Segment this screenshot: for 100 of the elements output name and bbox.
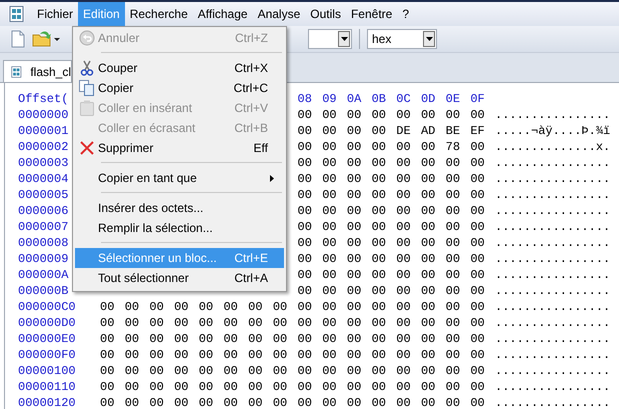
byte-cell-text: 00 xyxy=(346,267,362,283)
byte-cell-text: 00 xyxy=(446,331,462,347)
dropdown-field[interactable] xyxy=(308,29,352,49)
byte-cell-text: 00 xyxy=(446,219,462,235)
byte-cell-text: 00 xyxy=(346,219,362,235)
encoding-dropdown[interactable]: hex xyxy=(367,29,437,49)
byte-cell-text: 00 xyxy=(470,379,486,395)
byte-cell-text: 00 xyxy=(372,107,387,123)
byte-cell-text: 00 xyxy=(346,347,362,363)
byte-cell-text: 00 xyxy=(198,363,214,379)
menu-bar-item[interactable]: Affichage xyxy=(192,2,253,26)
offset-cell: 0000004 xyxy=(18,172,68,186)
byte-cell-text: 00 xyxy=(322,299,338,315)
menu-bar-item[interactable]: Fenêtre xyxy=(346,2,398,26)
byte-cell-text: 00 xyxy=(272,315,288,331)
byte-cell-text: 00 xyxy=(420,299,436,315)
byte-cell-text: 00 xyxy=(470,251,486,267)
byte-cell-text: 00 xyxy=(248,395,264,409)
app-icon[interactable] xyxy=(9,6,25,22)
menu-bar-item[interactable]: Fichier xyxy=(32,2,78,26)
byte-cell-text: 00 xyxy=(446,379,462,395)
byte-cell-text: 00 xyxy=(174,347,190,363)
byte-cell-text: 00 xyxy=(372,347,387,363)
byte-cell-text: 00 xyxy=(372,187,387,203)
byte-cell-text: 00 xyxy=(100,347,116,363)
byte-cell-text: 00 xyxy=(272,379,288,395)
byte-cell-text: 00 xyxy=(470,155,486,171)
ascii-cell: ................ xyxy=(495,347,610,363)
byte-cell-text: 00 xyxy=(346,395,362,409)
menu-item[interactable]: Couper Ctrl+X xyxy=(75,58,284,78)
byte-cell-text: 00 xyxy=(298,363,313,379)
byte-cell-text: 00 xyxy=(470,315,486,331)
copy-icon xyxy=(79,80,94,96)
menu-bar-item[interactable]: Outils xyxy=(305,2,346,26)
offset-cell: 0000005 xyxy=(18,188,68,202)
byte-cell-text: 00 xyxy=(174,299,190,315)
byte-cell-text: 00 xyxy=(420,235,436,251)
scissors-icon xyxy=(80,60,94,76)
byte-cell-text: 00 xyxy=(298,331,313,347)
byte-cell-text: 00 xyxy=(396,187,412,203)
byte-cell-text: 00 xyxy=(420,283,436,299)
ascii-cell: ................ xyxy=(495,219,610,235)
byte-cell-text: 00 xyxy=(124,347,140,363)
new-file-icon[interactable] xyxy=(10,30,26,48)
byte-cell-text: 00 xyxy=(322,219,338,235)
menu-item[interactable]: Tout sélectionner Ctrl+A xyxy=(75,268,284,288)
byte-cell-text: 00 xyxy=(223,379,239,395)
byte-cell-text: 78 xyxy=(446,139,462,155)
offset-cell: 0000001 xyxy=(18,124,68,138)
byte-cell-text: 00 xyxy=(346,171,362,187)
column-header: 0A xyxy=(346,91,362,107)
offset-cell: 000000A xyxy=(18,268,68,282)
byte-cell-text: 00 xyxy=(396,139,412,155)
offset-cell: 000000C0 xyxy=(18,300,76,314)
byte-cell-text: 00 xyxy=(322,139,338,155)
byte-cell-text: DE xyxy=(396,123,412,139)
byte-cell-text: 00 xyxy=(420,203,436,219)
column-header: 08 xyxy=(298,91,313,107)
byte-cell-text: 00 xyxy=(174,395,190,409)
byte-cell-text: 00 xyxy=(298,267,313,283)
byte-cell-text: 00 xyxy=(322,251,338,267)
offset-cell: 0000000 xyxy=(18,108,68,122)
menu-item[interactable]: Insérer des octets... xyxy=(75,198,284,218)
menu-item[interactable]: Copier Ctrl+C xyxy=(75,78,284,98)
byte-cell-text: 00 xyxy=(346,315,362,331)
byte-cell-text: 00 xyxy=(272,395,288,409)
ascii-cell: ................ xyxy=(495,395,610,409)
byte-cell-text: 00 xyxy=(198,347,214,363)
byte-cell-text: 00 xyxy=(174,363,190,379)
menu-item[interactable]: Supprimer Eff xyxy=(75,138,284,158)
menu-bar-item[interactable]: ? xyxy=(397,2,414,26)
byte-cell-text: 00 xyxy=(446,363,462,379)
byte-cell-text: 00 xyxy=(372,139,387,155)
byte-cell-text: 00 xyxy=(420,139,436,155)
open-folder-icon[interactable] xyxy=(32,30,62,48)
file-icon xyxy=(11,64,22,78)
byte-cell-text: 00 xyxy=(100,363,116,379)
byte-cell-text: 00 xyxy=(470,187,486,203)
byte-cell-text: 00 xyxy=(372,203,387,219)
byte-cell-text: 00 xyxy=(223,299,239,315)
menu-bar-item[interactable]: Recherche xyxy=(124,2,193,26)
byte-cell-text: 00 xyxy=(198,315,214,331)
delete-icon xyxy=(78,140,94,156)
byte-cell-text: 00 xyxy=(420,187,436,203)
ascii-cell: ................ xyxy=(495,363,610,379)
byte-cell-text: 00 xyxy=(100,395,116,409)
byte-cell-text: 00 xyxy=(149,331,165,347)
byte-cell-text: 00 xyxy=(298,251,313,267)
menu-bar-item[interactable]: Analyse xyxy=(252,2,306,26)
byte-cell-text: 00 xyxy=(446,155,462,171)
byte-cell-text: 00 xyxy=(396,283,412,299)
ascii-cell: ................ xyxy=(495,171,610,187)
byte-cell-text: 00 xyxy=(223,363,239,379)
file-tab[interactable]: flash_cl xyxy=(3,60,72,82)
menu-item[interactable]: Remplir la sélection... xyxy=(75,218,284,238)
byte-cell-text: 00 xyxy=(298,155,313,171)
byte-cell-text: 00 xyxy=(346,139,362,155)
byte-cell-text: 00 xyxy=(446,267,462,283)
byte-cell-text: 00 xyxy=(298,203,313,219)
menu-item[interactable]: Copier en tant que xyxy=(75,168,284,188)
